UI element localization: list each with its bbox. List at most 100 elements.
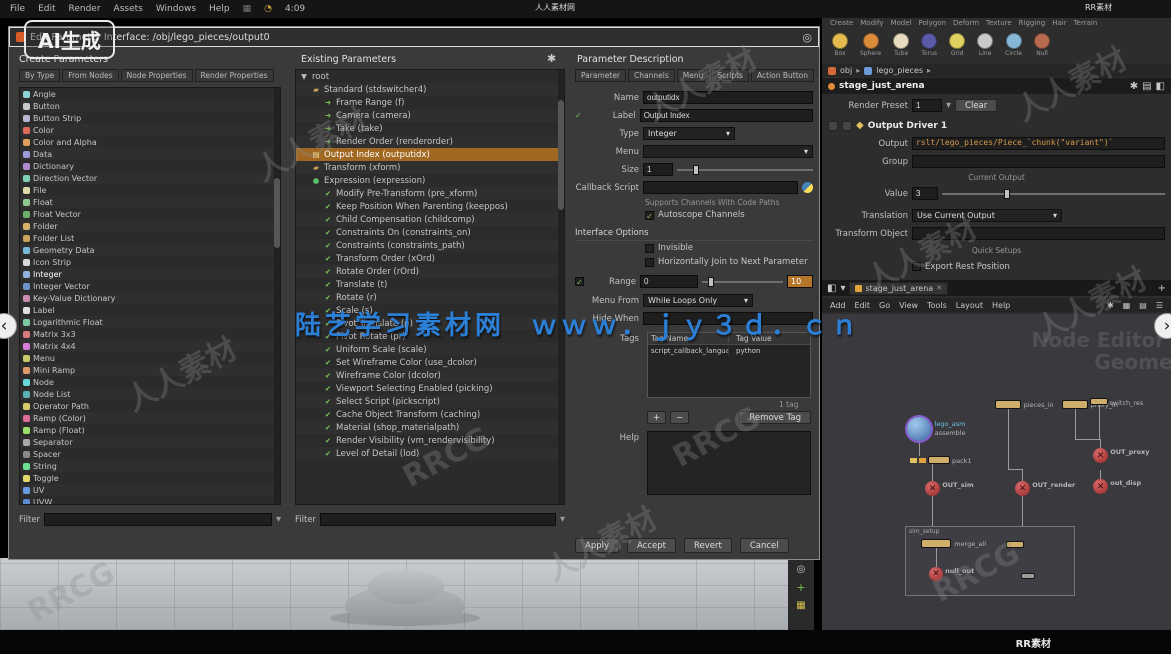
parameter-type-row[interactable]: Ramp (Float): [20, 424, 280, 436]
export-rest-checkbox[interactable]: [912, 262, 921, 271]
parameter-type-row[interactable]: Separator: [20, 436, 280, 448]
node[interactable]: switch_res: [1090, 398, 1108, 405]
existing-parameter-row[interactable]: Frame Range (f): [296, 96, 564, 109]
range-max-input[interactable]: 10: [787, 275, 813, 288]
parameter-type-row[interactable]: File: [20, 184, 280, 196]
breadcrumb-node[interactable]: lego_pieces: [876, 66, 923, 75]
shelf-tab[interactable]: Hair: [1052, 19, 1066, 30]
parameter-type-row[interactable]: Float: [20, 196, 280, 208]
parameter-type-row[interactable]: Integer: [20, 268, 280, 280]
error-node[interactable]: ✕OUT_proxy: [1093, 448, 1108, 463]
existing-parameter-row[interactable]: Expression (expression): [296, 174, 564, 187]
existing-parameter-row[interactable]: Uniform Scale (scale): [296, 343, 564, 356]
split-icon[interactable]: ◧: [1156, 81, 1165, 92]
existing-parameter-row[interactable]: Viewport Selecting Enabled (picking): [296, 382, 564, 395]
existing-parameter-row[interactable]: Camera (camera): [296, 109, 564, 122]
shelf-tool[interactable]: Circle: [1005, 33, 1022, 63]
hidewhen-input[interactable]: [643, 312, 813, 325]
parameter-type-row[interactable]: Ramp (Color): [20, 412, 280, 424]
name-input[interactable]: [643, 91, 813, 104]
close-icon[interactable]: ✕: [936, 284, 942, 292]
menu-windows[interactable]: Windows: [156, 4, 196, 14]
add-tab-icon[interactable]: +: [1158, 283, 1166, 294]
existing-parameter-row[interactable]: Render Visibility (vm_rendervisibility): [296, 434, 564, 447]
callback-input[interactable]: [643, 181, 798, 194]
settings-gear-icon[interactable]: ✱: [547, 52, 556, 65]
parameter-type-row[interactable]: Color: [20, 124, 280, 136]
network-menu-item[interactable]: Layout: [956, 301, 983, 310]
description-tab[interactable]: Parameter: [575, 69, 626, 82]
error-node[interactable]: ✕OUT_render: [1015, 481, 1030, 496]
parameter-type-row[interactable]: Matrix 3x3: [20, 328, 280, 340]
error-node[interactable]: ✕out_disp: [1093, 479, 1108, 494]
node[interactable]: merge_all: [921, 539, 951, 548]
shelf-tool[interactable]: Line: [977, 33, 993, 63]
parameter-type-row[interactable]: Spacer: [20, 448, 280, 460]
network-pane-tab[interactable]: stage_just_arena ✕: [849, 282, 948, 295]
scrollbar-thumb[interactable]: [558, 100, 564, 210]
existing-parameter-row[interactable]: Level of Detail (lod): [296, 447, 564, 460]
parameter-type-row[interactable]: Label: [20, 304, 280, 316]
create-tab[interactable]: From Nodes: [62, 69, 118, 82]
shelf-tool[interactable]: Grid: [949, 33, 965, 63]
parameter-type-row[interactable]: Folder List: [20, 232, 280, 244]
parameter-type-row[interactable]: Folder: [20, 220, 280, 232]
tag-value-cell[interactable]: python: [733, 347, 761, 355]
error-node[interactable]: ✕null_out: [929, 567, 943, 581]
existing-parameter-row[interactable]: Modify Pre-Transform (pre_xform): [296, 187, 564, 200]
parameter-type-row[interactable]: Data: [20, 148, 280, 160]
parameter-type-row[interactable]: Geometry Data: [20, 244, 280, 256]
node-path[interactable]: stage_just_arena: [839, 81, 925, 91]
existing-parameter-row[interactable]: Scale (s): [296, 304, 564, 317]
existing-parameter-row[interactable]: Translate (t): [296, 278, 564, 291]
parameter-type-row[interactable]: Button Strip: [20, 112, 280, 124]
size-slider[interactable]: [677, 169, 813, 171]
chevron-down-icon[interactable]: ▾: [946, 100, 951, 111]
scrollbar-thumb[interactable]: [274, 178, 280, 248]
existing-parameter-row[interactable]: Pivot Translate (p): [296, 317, 564, 330]
add-tag-button[interactable]: +: [647, 411, 666, 424]
shelf-tab[interactable]: Model: [890, 19, 911, 30]
clear-button[interactable]: Clear: [955, 99, 997, 112]
translation-select[interactable]: Use Current Output▾: [912, 209, 1062, 222]
menu-icon[interactable]: ☰: [1156, 301, 1163, 310]
parameter-type-row[interactable]: Angle: [20, 88, 280, 100]
grid-icon[interactable]: ▦: [796, 600, 805, 611]
scrollbar[interactable]: [558, 70, 564, 504]
parameter-type-row[interactable]: Toggle: [20, 472, 280, 484]
node[interactable]: proxy_in: [1062, 400, 1088, 409]
network-editor[interactable]: Node Editor Geometry pieces_in proxy_in …: [822, 314, 1171, 630]
existing-parameter-row[interactable]: Constraints (constraints_path): [296, 239, 564, 252]
transform-object-input[interactable]: [912, 227, 1165, 240]
flag-badge[interactable]: [919, 458, 926, 463]
existing-parameter-row[interactable]: Wireframe Color (dcolor): [296, 369, 564, 382]
label-input[interactable]: [640, 109, 813, 122]
description-tab[interactable]: Channels: [628, 69, 675, 82]
delete-tag-button[interactable]: Remove Tag: [739, 411, 811, 424]
size-input[interactable]: [643, 163, 673, 176]
range-min-input[interactable]: [640, 275, 698, 288]
existing-parameter-row[interactable]: Output Index (outputidx): [296, 148, 564, 161]
parameter-type-row[interactable]: Menu: [20, 352, 280, 364]
accept-button[interactable]: Accept: [627, 538, 676, 553]
type-select[interactable]: Integer▾: [643, 127, 735, 140]
network-menu-item[interactable]: Go: [879, 301, 890, 310]
menu-assets[interactable]: Assets: [114, 4, 143, 14]
shelf-tool[interactable]: Null: [1034, 33, 1050, 63]
chevron-down-icon[interactable]: ▾: [560, 514, 565, 525]
existing-parameter-row[interactable]: Constraints On (constraints_on): [296, 226, 564, 239]
node-selected[interactable]: lego_asm assemble: [907, 417, 931, 441]
menu-edit[interactable]: Edit: [38, 4, 55, 14]
parameter-type-row[interactable]: Logarithmic Float: [20, 316, 280, 328]
existing-parameter-row[interactable]: root: [296, 70, 564, 83]
parameter-type-row[interactable]: UV: [20, 484, 280, 496]
shelf-tab[interactable]: Polygon: [919, 19, 947, 30]
error-node[interactable]: ✕OUT_sim: [925, 481, 940, 496]
menu-select[interactable]: ▾: [643, 145, 813, 158]
existing-parameter-row[interactable]: Set Wireframe Color (use_dcolor): [296, 356, 564, 369]
existing-parameter-row[interactable]: Rotate (r): [296, 291, 564, 304]
scrollbar[interactable]: [274, 88, 280, 504]
output-field[interactable]: rslt/lego_pieces/Piece_`chunk("variant")…: [912, 137, 1165, 150]
menu-render[interactable]: Render: [69, 4, 101, 14]
parameter-type-row[interactable]: Integer Vector: [20, 280, 280, 292]
